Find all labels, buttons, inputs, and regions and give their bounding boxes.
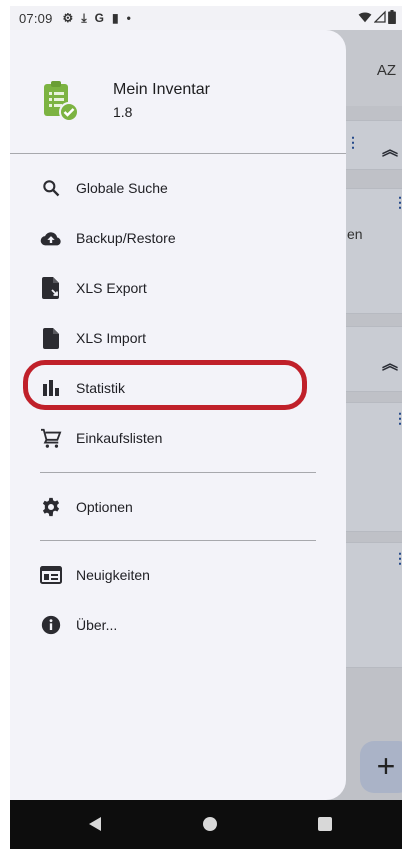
menu-divider — [40, 540, 316, 541]
menu-item-einkaufslisten[interactable]: Einkaufslisten — [10, 416, 346, 460]
header-divider — [10, 153, 346, 154]
inventory-clipboard-check-icon — [44, 81, 79, 122]
sort-az-icon[interactable]: AZ — [377, 62, 396, 79]
more-vert-icon[interactable]: ⋮ — [393, 410, 402, 427]
battery-icon — [388, 10, 396, 24]
add-fab-button[interactable]: + — [360, 741, 402, 793]
status-bar: 07:09 ⚙ ⤓ G ▮ • — [10, 6, 402, 30]
recent-apps-icon[interactable] — [318, 817, 332, 831]
file-export-icon — [40, 277, 62, 299]
gear-icon: ⚙ — [62, 11, 74, 25]
file-icon — [40, 327, 62, 349]
menu-item-label: Einkaufslisten — [76, 430, 163, 446]
gear-icon — [40, 496, 62, 518]
menu-item-label: Backup/Restore — [76, 230, 176, 246]
menu-item-xls-import[interactable]: XLS Import — [10, 316, 346, 360]
navigation-drawer: Mein Inventar 1.8 Globale Suche Backup/R… — [10, 30, 346, 800]
google-icon: G — [94, 11, 104, 25]
shopping-cart-icon — [40, 427, 62, 449]
menu-item-label: XLS Export — [76, 280, 147, 296]
wifi-icon — [358, 12, 372, 23]
system-navigation-bar — [10, 800, 402, 849]
menu-item-label: XLS Import — [76, 330, 147, 346]
info-icon — [40, 614, 62, 636]
dot-icon: • — [126, 11, 131, 25]
chevron-up-double-icon[interactable]: ︽ — [382, 350, 398, 374]
phone-screen: 07:09 ⚙ ⤓ G ▮ • AZ ⋮ ︽ ⋮ en ︽ ⋮ ⋮ + Mein… — [10, 6, 402, 849]
home-icon[interactable] — [203, 817, 217, 831]
menu-divider — [40, 472, 316, 473]
app-name: Mein Inventar — [113, 81, 210, 98]
menu-item-ueber[interactable]: Über... — [10, 603, 346, 647]
signal-icon — [374, 10, 386, 23]
menu-item-neuigkeiten[interactable]: Neuigkeiten — [10, 553, 346, 597]
download-icon: ⤓ — [81, 10, 87, 25]
status-time: 07:09 — [19, 10, 53, 26]
app-version: 1.8 — [113, 104, 133, 120]
status-notification-icons: ⚙ ⤓ G ▮ • — [63, 11, 131, 26]
menu-item-xls-export[interactable]: XLS Export — [10, 266, 346, 310]
back-icon[interactable] — [89, 817, 101, 831]
menu-item-label: Über... — [76, 617, 118, 633]
background-card-text: en — [347, 226, 363, 242]
highlight-annotation — [23, 360, 307, 410]
cloud-upload-icon — [40, 227, 62, 249]
news-icon — [40, 564, 62, 586]
more-vert-icon[interactable]: ⋮ — [393, 550, 402, 567]
menu-item-label: Optionen — [76, 499, 133, 515]
search-icon — [40, 177, 62, 199]
sd-card-icon: ▮ — [111, 11, 119, 25]
menu-item-global-search[interactable]: Globale Suche — [10, 166, 346, 210]
menu-item-label: Globale Suche — [76, 180, 168, 196]
status-system-icons — [358, 10, 396, 24]
more-vert-icon[interactable]: ⋮ — [346, 134, 360, 151]
chevron-up-double-icon[interactable]: ︽ — [382, 136, 398, 160]
menu-item-backup-restore[interactable]: Backup/Restore — [10, 216, 346, 260]
menu-item-optionen[interactable]: Optionen — [10, 485, 346, 529]
menu-item-label: Neuigkeiten — [76, 567, 150, 583]
more-vert-icon[interactable]: ⋮ — [393, 194, 402, 211]
